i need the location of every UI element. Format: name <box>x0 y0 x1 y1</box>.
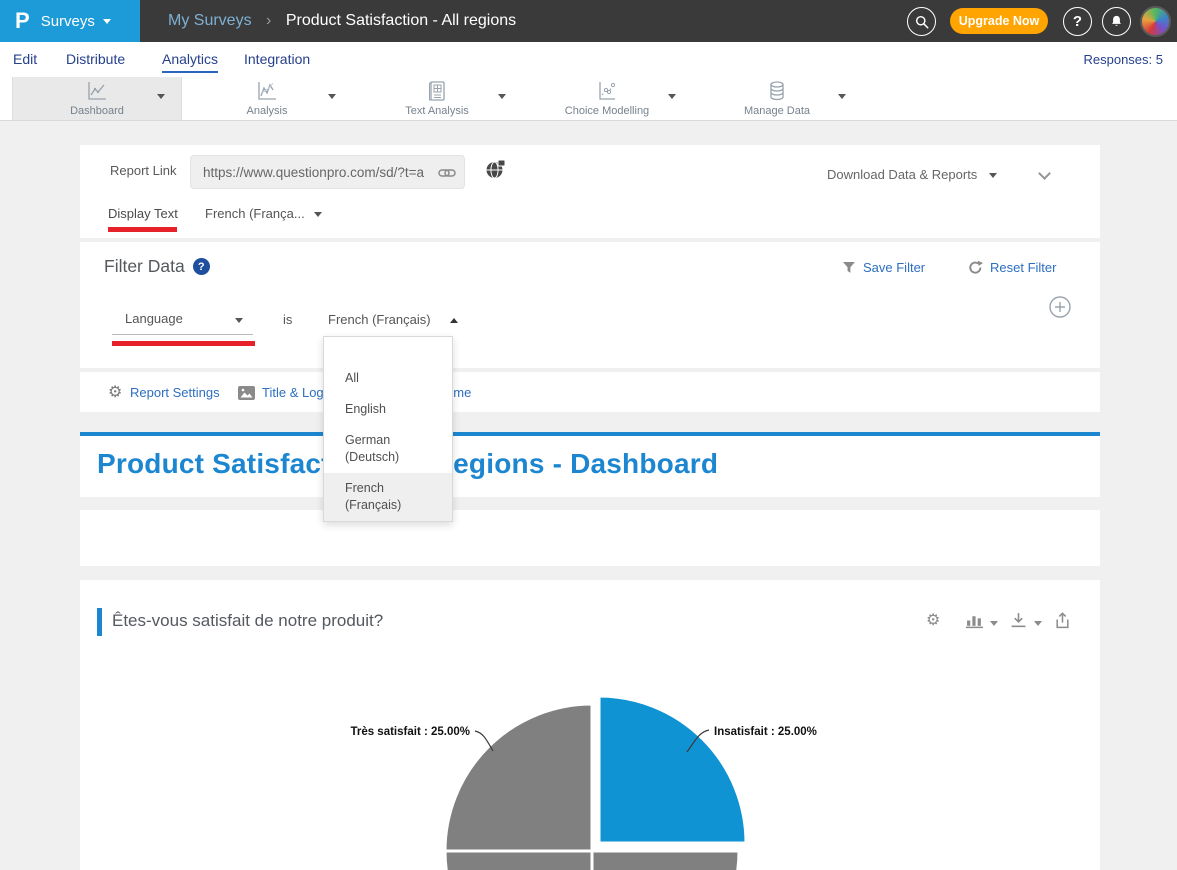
filter-value-dropdown[interactable]: French (Français) <box>328 312 458 327</box>
toolbar-tab-label: Manage Data <box>692 105 862 117</box>
report-settings-row: ⚙ Report Settings Title & Logo Apply The… <box>80 372 1100 412</box>
link-icon[interactable] <box>438 167 456 179</box>
toolbar-tab-label: Choice Modelling <box>522 105 692 117</box>
help-button[interactable]: ? <box>1063 7 1092 36</box>
dropdown-option-all[interactable]: All <box>324 363 452 394</box>
globe-lock-icon[interactable] <box>485 159 506 180</box>
pie-slice-bottom-left[interactable] <box>445 851 592 870</box>
image-icon <box>238 386 255 400</box>
chevron-down-icon[interactable] <box>328 94 336 99</box>
collapse-chevron-icon[interactable] <box>1038 167 1051 180</box>
reset-filter-label: Reset Filter <box>990 260 1056 275</box>
filter-data-title: Filter Data ? <box>104 256 210 277</box>
toolbar-tab-dashboard[interactable]: Dashboard <box>12 77 182 120</box>
database-icon <box>765 79 789 103</box>
nav-tab-edit[interactable]: Edit <box>13 47 37 73</box>
toolbar-tab-label: Analysis <box>182 105 352 117</box>
chevron-down-icon <box>235 318 243 323</box>
title-logo-link[interactable]: Title & Logo <box>262 385 331 400</box>
display-text-tab[interactable]: Display Text <box>108 206 178 221</box>
analytics-toolbar: Dashboard Analysis Text Analysis <box>0 77 1177 121</box>
question-mark-icon: ? <box>1073 13 1082 30</box>
dropdown-option-english[interactable]: English <box>324 394 452 425</box>
reset-icon <box>968 260 983 275</box>
report-link-label: Report Link <box>110 163 176 178</box>
funnel-icon <box>843 262 856 274</box>
nav-tab-distribute[interactable]: Distribute <box>66 47 125 73</box>
save-filter-button[interactable]: Save Filter <box>843 260 925 275</box>
search-button[interactable] <box>907 7 936 36</box>
filter-field-active-underline <box>112 341 255 346</box>
chevron-down-icon <box>314 212 322 217</box>
chevron-down-icon <box>103 19 111 24</box>
chevron-down-icon[interactable] <box>157 94 165 99</box>
top-header: P Surveys My Surveys › Product Satisfact… <box>0 0 1177 42</box>
add-condition-button[interactable] <box>1049 296 1071 318</box>
gear-icon: ⚙ <box>108 382 122 402</box>
product-menu-label: Surveys <box>41 13 95 30</box>
filter-data-title-text: Filter Data <box>104 256 185 277</box>
report-link-input-box <box>190 155 465 189</box>
pie-slice-bottom-right[interactable] <box>592 851 739 870</box>
breadcrumb-current-survey: Product Satisfaction - All regions <box>286 12 516 29</box>
section-nav: Edit Distribute Analytics Integration Re… <box>0 42 1177 77</box>
report-link-input[interactable] <box>191 156 464 188</box>
chevron-down-icon[interactable] <box>668 94 676 99</box>
text-analysis-icon <box>425 79 449 103</box>
user-avatar[interactable] <box>1140 6 1171 37</box>
display-text-active-underline <box>108 227 177 232</box>
question-chart-card: Êtes-vous satisfait de notre produit? ⚙ <box>80 580 1100 870</box>
chevron-down-icon <box>989 173 997 178</box>
download-data-reports-menu[interactable]: Download Data & Reports <box>827 167 997 182</box>
nav-tab-analytics[interactable]: Analytics <box>162 47 218 73</box>
search-icon <box>913 13 931 31</box>
chevron-down-icon[interactable] <box>498 94 506 99</box>
analysis-chart-icon <box>255 79 279 103</box>
filter-operator: is <box>283 312 292 327</box>
reset-filter-button[interactable]: Reset Filter <box>968 260 1056 275</box>
questionpro-analytics-page: P Surveys My Surveys › Product Satisfact… <box>0 0 1177 870</box>
toolbar-tab-label: Text Analysis <box>352 105 522 117</box>
bell-icon <box>1108 13 1125 30</box>
language-dropdown-panel: All English German (Deutsch) French (Fra… <box>323 336 453 522</box>
toolbar-tab-choice-modelling[interactable]: Choice Modelling <box>522 77 692 120</box>
filter-data-card: Filter Data ? Save Filter Reset Filter L… <box>80 242 1100 368</box>
product-switcher[interactable]: P Surveys <box>0 0 140 42</box>
pie-label-tres-satisfait: Très satisfait : 25.00% <box>350 726 470 738</box>
report-settings-link[interactable]: Report Settings <box>130 385 220 400</box>
upgrade-now-button[interactable]: Upgrade Now <box>950 8 1048 34</box>
toolbar-tab-analysis[interactable]: Analysis <box>182 77 352 120</box>
responses-count: Responses: 5 <box>1084 42 1164 77</box>
breadcrumb: My Surveys › Product Satisfaction - All … <box>168 0 516 42</box>
notifications-button[interactable] <box>1102 7 1131 36</box>
toolbar-tab-manage-data[interactable]: Manage Data <box>692 77 862 120</box>
toolbar-tab-label: Dashboard <box>13 105 181 117</box>
dashboard-title-band: Product Satisfaction - All regions - Das… <box>80 432 1100 497</box>
filter-value-text: French (Français) <box>328 312 431 327</box>
spacer-card <box>80 510 1100 566</box>
save-filter-label: Save Filter <box>863 260 925 275</box>
help-circle-icon[interactable]: ? <box>193 258 210 275</box>
chevron-up-icon <box>450 318 458 323</box>
line-chart-icon <box>85 79 109 103</box>
pie-chart: Très satisfait : 25.00% Insatisfait : 25… <box>80 580 1100 870</box>
filter-field-select[interactable]: Language <box>112 307 253 335</box>
toolbar-tab-text-analysis[interactable]: Text Analysis <box>352 77 522 120</box>
choice-modelling-icon <box>595 79 619 103</box>
display-language-dropdown[interactable]: French (França... <box>205 206 322 221</box>
dropdown-option-french[interactable]: French (Français) <box>324 473 452 521</box>
nav-tab-integration[interactable]: Integration <box>244 47 310 73</box>
report-link-card: Report Link Download Data & Reports Disp… <box>80 145 1100 238</box>
chevron-down-icon[interactable] <box>838 94 846 99</box>
questionpro-logo: P <box>15 8 30 34</box>
breadcrumb-my-surveys[interactable]: My Surveys <box>168 12 252 29</box>
dropdown-option-german[interactable]: German (Deutsch) <box>324 425 452 473</box>
display-language-value: French (França... <box>205 206 305 221</box>
pie-label-insatisfait: Insatisfait : 25.00% <box>714 726 817 738</box>
breadcrumb-separator: › <box>266 12 271 29</box>
filter-field-value: Language <box>125 311 183 326</box>
download-menu-label: Download Data & Reports <box>827 167 977 182</box>
pie-slice-insatisfait[interactable] <box>599 696 746 843</box>
